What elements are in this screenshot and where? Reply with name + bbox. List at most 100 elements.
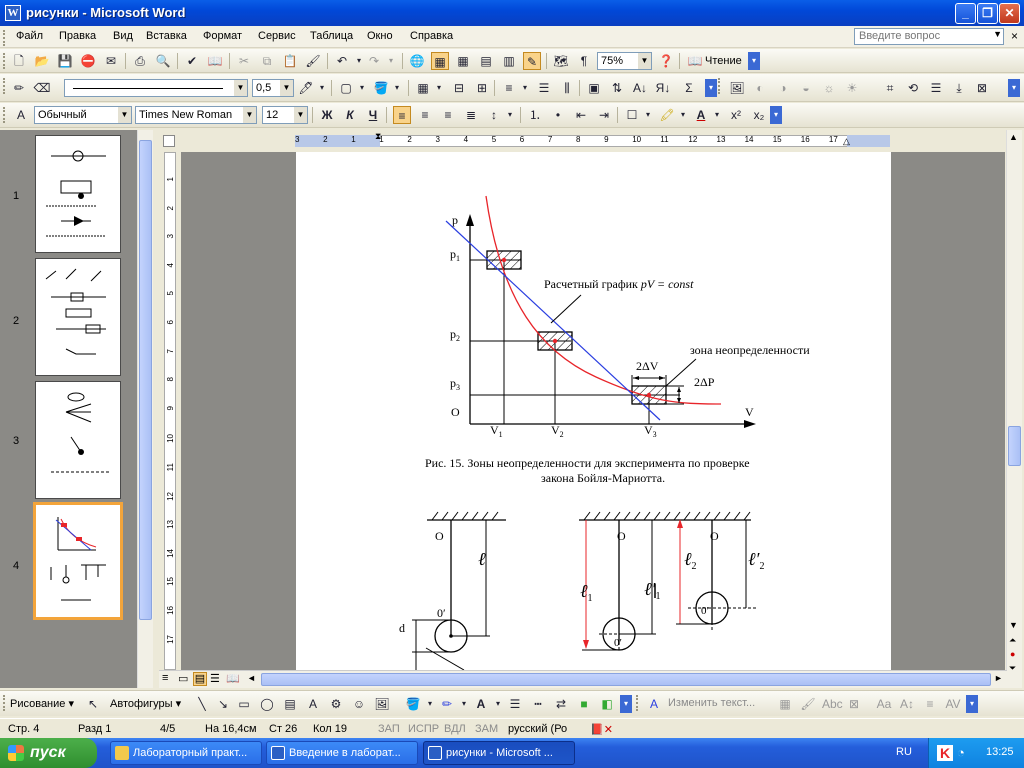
select-objects-icon[interactable]: ↖ (84, 695, 102, 713)
scroll-right-icon[interactable]: ► (994, 673, 1003, 683)
help-search-input[interactable]: Введите вопрос (854, 28, 1004, 45)
more-contrast-icon[interactable]: ◑ (774, 79, 792, 97)
scroll-down-icon[interactable]: ▼ (1009, 620, 1018, 630)
menu-help[interactable]: Справка (410, 30, 453, 42)
split-cells-icon[interactable]: ⊞ (473, 79, 491, 97)
tables-borders-icon[interactable]: ▦ (431, 52, 449, 70)
zoom-select[interactable]: 75% ▼ (597, 52, 652, 70)
clock[interactable]: 13:25 (986, 746, 1014, 758)
print-layout-view-icon[interactable]: ▤ (193, 672, 207, 686)
arrow-tool-icon[interactable]: ↘ (214, 695, 232, 713)
normal-view-icon[interactable]: ≡ (162, 672, 168, 684)
print-icon[interactable]: ⎙ (131, 52, 149, 70)
start-button[interactable]: пуск (0, 738, 97, 768)
align-right-icon[interactable]: ≡ (439, 106, 457, 124)
superscript-icon[interactable]: x² (727, 106, 745, 124)
less-brightness-icon[interactable]: ☀ (843, 79, 861, 97)
alignment-icon[interactable]: ≡ (921, 695, 939, 713)
wordart-gallery-icon[interactable]: ▦ (776, 695, 794, 713)
line-style-icon[interactable]: ☰ (506, 695, 524, 713)
spelling-status-icon[interactable]: 📕✕ (590, 723, 613, 736)
font-size-select[interactable]: 12 ▼ (262, 106, 308, 124)
wordart-icon[interactable]: A (304, 695, 322, 713)
borders-dropdown-icon[interactable]: ▾ (353, 79, 371, 97)
image-control-icon[interactable]: ◐ (751, 79, 769, 97)
less-contrast-icon[interactable]: ◒ (797, 79, 815, 97)
increase-indent-icon[interactable]: ⇥ (595, 106, 613, 124)
menu-grip[interactable] (3, 30, 6, 46)
spelling-icon[interactable]: ✔ (183, 52, 201, 70)
menu-insert[interactable]: Вставка (146, 30, 187, 42)
line-weight-select[interactable]: 0,5 ▼ (252, 79, 294, 97)
line-color-icon[interactable]: ✏ (438, 695, 456, 713)
insert-picture-icon[interactable]: 🖼 (373, 695, 391, 713)
right-indent-marker-icon[interactable]: △ (843, 136, 850, 147)
status-overtype[interactable]: ЗАМ (475, 723, 498, 735)
toolbar-grip[interactable] (718, 78, 721, 94)
shading-dropdown-icon[interactable]: ▾ (388, 79, 406, 97)
decrease-indent-icon[interactable]: ⇤ (572, 106, 590, 124)
next-page-icon[interactable]: ⏷ (1009, 663, 1016, 674)
line-tool-icon[interactable]: ╲ (193, 695, 211, 713)
undo-icon[interactable]: ↶ (333, 52, 351, 70)
copy-icon[interactable]: ⧉ (258, 52, 276, 70)
table-autoformat-icon[interactable]: ▣ (585, 79, 603, 97)
taskbar-item-folder[interactable]: Лабораторный практ... (110, 741, 262, 765)
oval-tool-icon[interactable]: ◯ (258, 695, 276, 713)
menu-edit[interactable]: Правка (59, 30, 96, 42)
toolbar-grip[interactable] (636, 695, 639, 711)
text-direction-icon[interactable]: ⇅ (608, 79, 626, 97)
insert-table-dropdown-icon[interactable]: ▾ (430, 79, 448, 97)
text-wrapping-icon[interactable]: ⊠ (973, 79, 991, 97)
reading-label[interactable]: Чтение (705, 55, 742, 67)
line-style-icon[interactable]: ☰ (927, 79, 945, 97)
page-thumbnail-1[interactable] (35, 135, 121, 253)
redo-dropdown-icon[interactable]: ▾ (382, 52, 400, 70)
toolbar-options-icon[interactable]: ▾ (620, 695, 632, 713)
toolbar-options-icon[interactable]: ▾ (770, 106, 782, 124)
vertical-ruler[interactable]: 1 2 3 4 5 6 7 8 9 10 11 12 13 14 15 16 17 (159, 152, 181, 670)
sort-ascending-icon[interactable]: A↓ (631, 79, 649, 97)
research-icon[interactable]: 📖 (206, 52, 224, 70)
horizontal-scrollbar[interactable]: ≡ ▭ ▤ ☰ 📖 ◄ ► (159, 670, 1007, 688)
minimize-button[interactable]: _ (955, 3, 976, 24)
merge-cells-icon[interactable]: ⊟ (450, 79, 468, 97)
toolbar-options-icon[interactable]: ▾ (966, 695, 978, 713)
line-style-select[interactable]: ▼ (64, 79, 248, 97)
toolbar-grip[interactable] (3, 107, 6, 123)
language-indicator[interactable]: RU (896, 746, 912, 758)
outline-view-icon[interactable]: ☰ (210, 672, 220, 685)
fill-color-dropdown-icon[interactable]: ▾ (421, 695, 439, 713)
horizontal-ruler[interactable]: ⧗ △ 3 2 1 1 2 3 4 5 6 7 8 9 10 11 12 13 14 15 16 17 (159, 130, 1009, 152)
email-icon[interactable]: ✉ (102, 52, 120, 70)
3d-style-icon[interactable]: ◧ (598, 695, 616, 713)
menu-table[interactable]: Таблица (310, 30, 353, 42)
page-thumbnail-2[interactable] (35, 258, 121, 376)
line-spacing-dropdown-icon[interactable]: ▾ (501, 106, 519, 124)
thumbnails-scroll-thumb[interactable] (139, 140, 152, 620)
draw-table-icon[interactable]: ✏ (10, 79, 28, 97)
highlight-dropdown-icon[interactable]: ▾ (674, 106, 692, 124)
zoom-dropdown-icon[interactable]: ▼ (638, 53, 651, 69)
sort-descending-icon[interactable]: Я↓ (654, 79, 672, 97)
drawing-icon[interactable]: ✎ (523, 52, 541, 70)
toolbar-options-icon[interactable]: ▾ (705, 79, 717, 97)
border-color-dropdown-icon[interactable]: ▾ (313, 79, 331, 97)
document-map-icon[interactable]: 🗺 (552, 52, 570, 70)
horizontal-scroll-thumb[interactable] (261, 673, 991, 686)
dash-style-icon[interactable]: ┅ (529, 695, 547, 713)
reading-icon[interactable]: 📖 (686, 52, 704, 70)
open-icon[interactable]: 📂 (33, 52, 51, 70)
help-icon[interactable]: ❓ (657, 52, 675, 70)
help-dropdown-arrow[interactable]: ▼ (993, 29, 1002, 39)
permission-icon[interactable]: ⛔ (79, 52, 97, 70)
insert-excel-icon[interactable]: ▤ (477, 52, 495, 70)
menu-window[interactable]: Окно (367, 30, 393, 42)
bold-button[interactable]: Ж (318, 106, 336, 124)
text-wrap-icon[interactable]: ⊠ (845, 695, 863, 713)
tab-selector-icon[interactable] (163, 135, 175, 147)
align-cell-dropdown-icon[interactable]: ▾ (516, 79, 534, 97)
font-color-dropdown-icon[interactable]: ▾ (489, 695, 507, 713)
italic-button[interactable]: К (341, 106, 359, 124)
paste-icon[interactable]: 📋 (281, 52, 299, 70)
